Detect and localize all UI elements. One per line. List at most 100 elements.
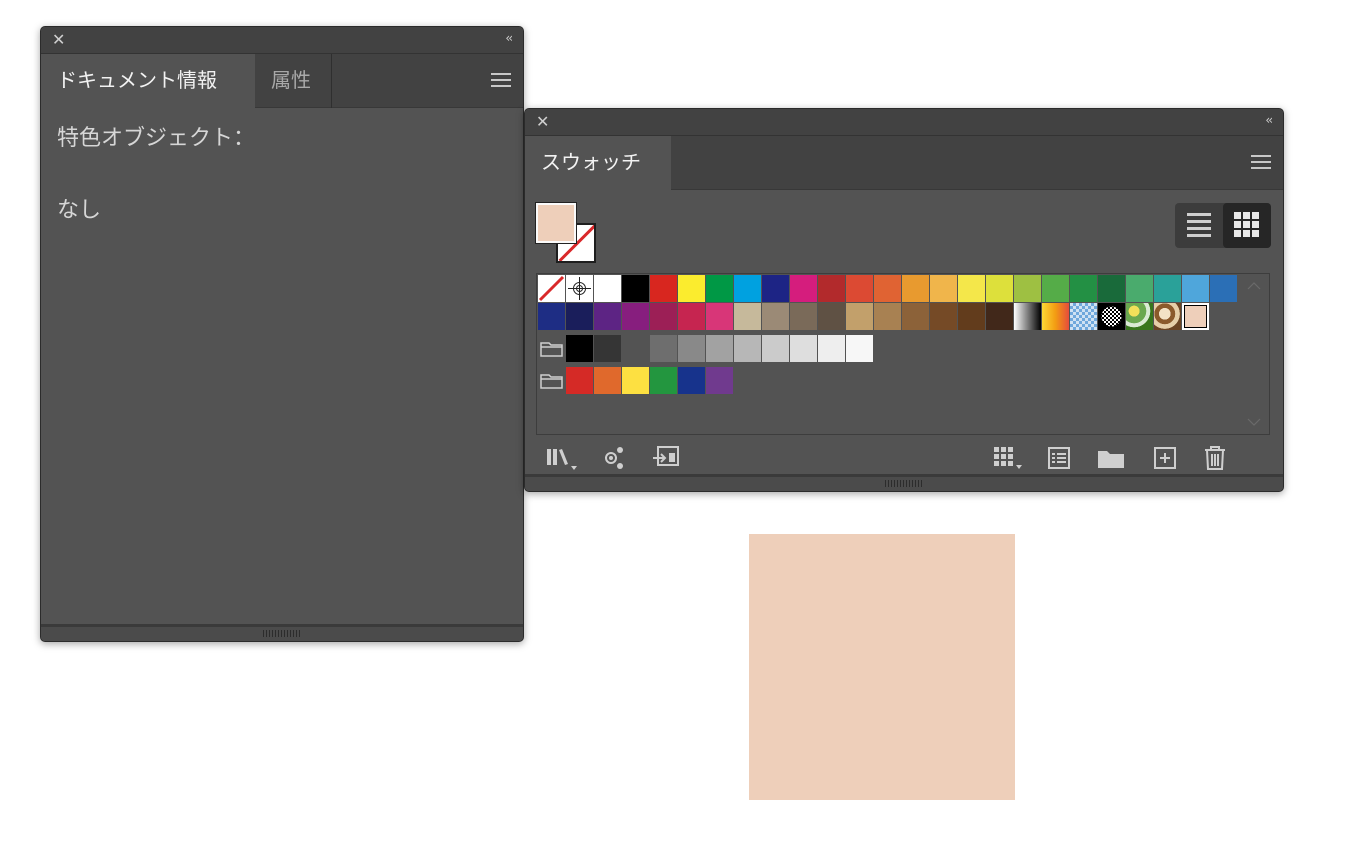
swatch[interactable] [1182,303,1209,330]
swatch[interactable] [594,335,621,362]
swatch[interactable] [706,367,733,394]
swatch[interactable] [734,335,761,362]
swatch[interactable] [818,335,845,362]
color-group-folder-icon[interactable] [538,335,565,362]
swatch[interactable] [1182,275,1209,302]
swatch[interactable] [1014,275,1041,302]
swatch[interactable] [1154,303,1181,330]
swatch[interactable] [846,335,873,362]
swatch[interactable] [678,335,705,362]
color-group-folder-icon[interactable] [538,367,565,394]
swatch[interactable] [622,275,649,302]
tab-swatches[interactable]: スウォッチ [525,136,671,190]
swatch[interactable] [1098,275,1125,302]
swatch[interactable] [622,335,649,362]
panel-titlebar[interactable]: ✕ ‹‹ [41,27,523,54]
swatch[interactable] [1014,303,1041,330]
swatch[interactable] [650,303,677,330]
tab-document-info[interactable]: ドキュメント情報 [41,54,255,108]
swatch-libraries-icon[interactable] [545,445,577,471]
collapse-icon[interactable]: ‹‹ [1265,113,1272,127]
swatch[interactable] [594,275,621,302]
swatch[interactable] [930,303,957,330]
list-view-icon[interactable] [1175,203,1223,248]
grid-view-icon[interactable] [1223,203,1271,248]
swatch[interactable] [734,303,761,330]
swatch[interactable] [538,303,565,330]
scroll-up-icon[interactable] [1247,282,1261,290]
swatch[interactable] [846,275,873,302]
swatch[interactable] [930,275,957,302]
panel-menu-icon[interactable] [491,73,511,87]
artwork-rectangle[interactable] [749,534,1015,800]
swatch[interactable] [790,335,817,362]
swatch[interactable] [986,303,1013,330]
panel-tabbar: ドキュメント情報 属性 [41,54,523,108]
swatch[interactable] [874,303,901,330]
swatch[interactable] [650,335,677,362]
swatch[interactable] [818,275,845,302]
place-swatch-icon[interactable] [652,445,680,471]
new-color-group-icon[interactable] [1097,445,1125,471]
swatch[interactable] [678,275,705,302]
collapse-icon[interactable]: ‹‹ [505,31,512,45]
swatch[interactable] [818,303,845,330]
swatch[interactable] [1126,275,1153,302]
swatch[interactable] [958,303,985,330]
swatch[interactable] [594,303,621,330]
swatch[interactable] [762,335,789,362]
swatch[interactable] [986,275,1013,302]
swatch[interactable] [650,275,677,302]
show-swatch-kinds-icon[interactable] [992,445,1022,471]
swatch[interactable] [1210,275,1237,302]
resize-handle[interactable] [525,474,1283,491]
panel-titlebar[interactable]: ✕ ‹‹ [525,109,1283,136]
swatch[interactable] [706,303,733,330]
close-icon[interactable]: ✕ [536,112,549,132]
color-group-link-icon[interactable] [601,445,629,471]
swatch[interactable] [678,367,705,394]
swatch-toolbar [525,439,1283,475]
swatch[interactable] [762,275,789,302]
swatch[interactable] [1070,275,1097,302]
swatch[interactable] [594,367,621,394]
swatch[interactable] [538,275,565,302]
swatch[interactable] [846,303,873,330]
swatch[interactable] [622,303,649,330]
delete-swatch-icon[interactable] [1202,445,1230,471]
swatch[interactable] [650,367,677,394]
swatch[interactable] [566,275,593,302]
swatch[interactable] [678,303,705,330]
swatch[interactable] [1154,275,1181,302]
swatch[interactable] [902,275,929,302]
resize-handle[interactable] [41,624,523,641]
swatch[interactable] [566,335,593,362]
scroll-down-icon[interactable] [1247,418,1261,426]
fill-stroke-indicator[interactable] [536,203,598,265]
new-swatch-icon[interactable] [1152,445,1180,471]
tab-attributes[interactable]: 属性 [255,54,332,108]
swatch[interactable] [790,303,817,330]
swatch[interactable] [706,275,733,302]
swatches-panel: ✕ ‹‹ スウォッチ [524,108,1284,492]
swatch[interactable] [958,275,985,302]
spot-objects-heading: 特色オブジェクト： [57,126,256,151]
swatch[interactable] [762,303,789,330]
swatch[interactable] [1098,303,1125,330]
panel-menu-icon[interactable] [1251,155,1271,169]
close-icon[interactable]: ✕ [52,30,65,50]
swatch[interactable] [706,335,733,362]
swatch[interactable] [1070,303,1097,330]
swatch[interactable] [1126,303,1153,330]
swatch-options-icon[interactable] [1046,445,1074,471]
swatch[interactable] [902,303,929,330]
swatch[interactable] [1042,275,1069,302]
swatch[interactable] [790,275,817,302]
swatch[interactable] [566,303,593,330]
fill-swatch[interactable] [536,203,576,243]
swatch[interactable] [874,275,901,302]
swatch[interactable] [622,367,649,394]
swatch[interactable] [734,275,761,302]
swatch[interactable] [1042,303,1069,330]
swatch[interactable] [566,367,593,394]
